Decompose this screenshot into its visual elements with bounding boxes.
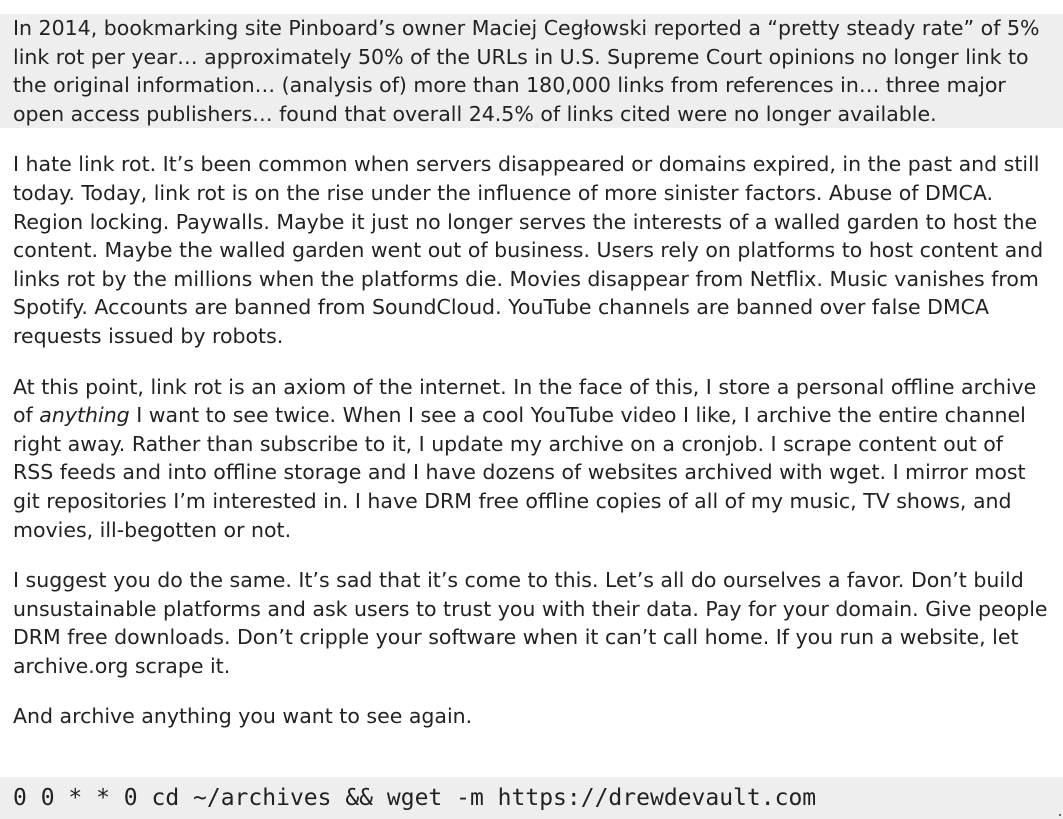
article-body: In 2014, bookmarking site Pinboard’s own… — [0, 14, 1063, 731]
paragraph-closing: And archive anything you want to see aga… — [13, 704, 473, 729]
paragraph-archive-habits-end: I want to see twice. When I see a cool Y… — [13, 403, 1026, 542]
paragraph-archive-habits: At this point, link rot is an axiom of t… — [0, 373, 1063, 545]
link-rot-quote: In 2014, bookmarking site Pinboard’s own… — [0, 14, 1063, 129]
cron-command-code: 0 0 * * 0 cd ~/archives && wget -m https… — [0, 777, 1063, 819]
paragraph-link-rot: I hate link rot. It’s been common when s… — [13, 152, 1044, 348]
emphasis-anything: anything — [39, 403, 130, 428]
corner-dot — [1059, 814, 1061, 816]
paragraph-suggestion: I suggest you do the same. It’s sad that… — [13, 568, 1048, 678]
